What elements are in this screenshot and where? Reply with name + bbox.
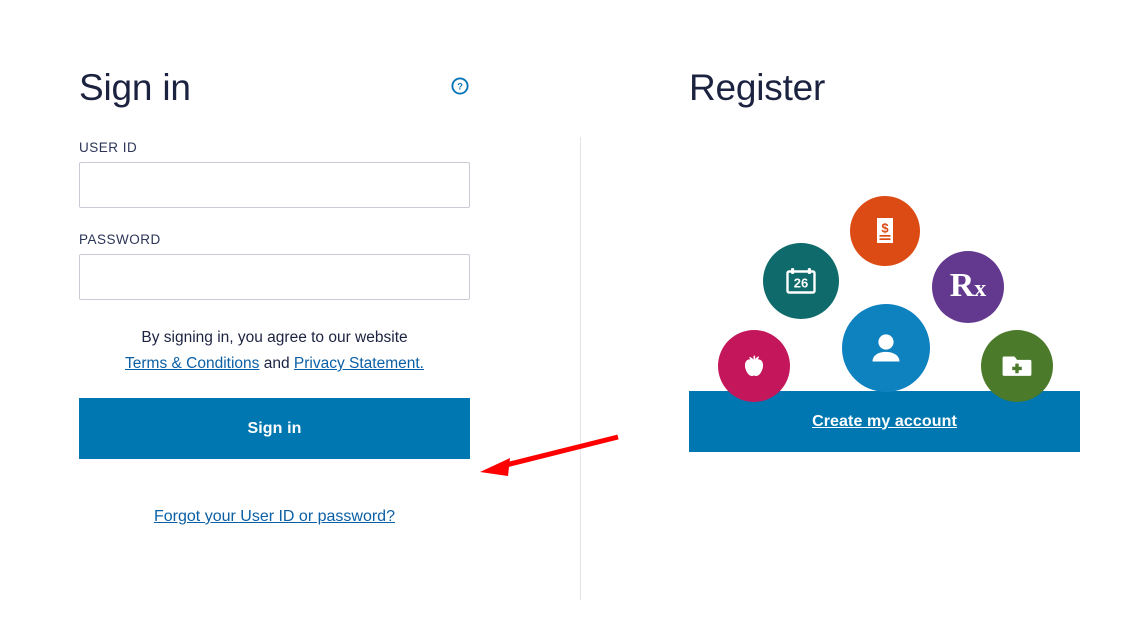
signin-panel: Sign in ? USER ID PASSWORD By signing in… xyxy=(79,60,470,526)
calendar-day-number: 26 xyxy=(794,276,808,291)
calendar-26-icon: 26 xyxy=(763,243,839,319)
sign-in-button[interactable]: Sign in xyxy=(79,398,470,459)
svg-text:$: $ xyxy=(881,221,889,236)
prescription-rx-icon: Rx xyxy=(932,251,1004,323)
terms-conditions-link[interactable]: Terms & Conditions xyxy=(125,355,259,372)
terms-conjunction: and xyxy=(263,355,290,372)
svg-text:?: ? xyxy=(457,82,463,93)
calendar-glyph: 26 xyxy=(786,268,816,294)
signin-register-page: Sign in ? USER ID PASSWORD By signing in… xyxy=(0,0,1146,632)
rx-glyph: Rx xyxy=(949,267,987,304)
annotation-arrow-icon xyxy=(480,434,619,476)
feature-icon-cluster: $ 26 Rx xyxy=(689,116,1080,402)
medical-folder-glyph xyxy=(1002,356,1032,376)
register-panel: Register $ 26 Rx Create my account xyxy=(689,60,1080,452)
person-glyph xyxy=(872,334,900,362)
privacy-statement-link[interactable]: Privacy Statement. xyxy=(294,355,424,372)
apple-glyph xyxy=(744,355,764,376)
medical-folder-icon xyxy=(981,330,1053,402)
password-label: PASSWORD xyxy=(79,232,161,247)
user-id-input[interactable] xyxy=(79,162,470,208)
person-profile-icon xyxy=(842,304,930,392)
apple-nutrition-icon xyxy=(718,330,790,402)
terms-disclaimer: By signing in, you agree to our website … xyxy=(79,325,470,377)
forgot-user-id-password-link[interactable]: Forgot your User ID or password? xyxy=(154,508,395,525)
user-id-label: USER ID xyxy=(79,140,138,155)
column-divider xyxy=(580,137,581,600)
forgot-credentials-wrap: Forgot your User ID or password? xyxy=(79,508,470,526)
signin-heading-row: Sign in ? xyxy=(79,60,470,116)
help-circle-icon[interactable]: ? xyxy=(451,77,469,95)
page-title-register: Register xyxy=(689,67,826,108)
bill-dollar-glyph: $ xyxy=(877,218,893,243)
page-title-signin: Sign in xyxy=(79,67,191,108)
terms-lead-text: By signing in, you agree to our website xyxy=(141,329,408,346)
password-input[interactable] xyxy=(79,254,470,300)
bill-dollar-icon: $ xyxy=(850,196,920,266)
